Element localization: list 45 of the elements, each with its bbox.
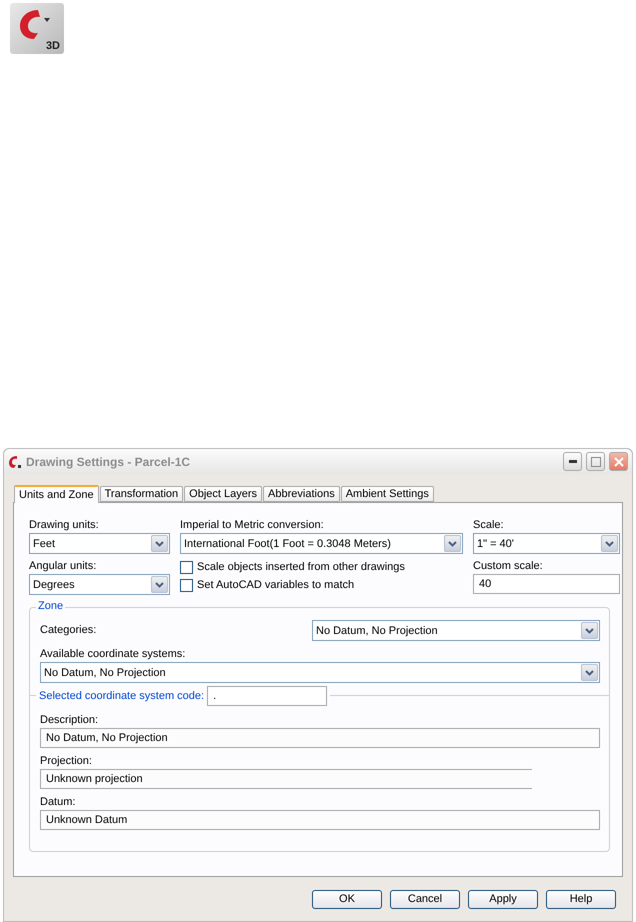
minimize-icon: [568, 460, 576, 463]
group-title: Zone: [36, 600, 66, 612]
checkbox-label: Scale objects inserted from other drawings: [197, 560, 405, 574]
angular-units-dropdown[interactable]: Degrees: [29, 574, 170, 595]
dialog-button[interactable]: OK: [312, 890, 382, 908]
custom-scale-field[interactable]: 40: [473, 574, 620, 594]
tab[interactable]: Units and Zone: [14, 485, 99, 503]
drawing-units-dropdown[interactable]: Feet: [29, 533, 170, 554]
field-label: Drawing units:: [29, 518, 100, 533]
categories-dropdown[interactable]: No Datum, No Projection: [312, 620, 600, 641]
projection-field: Unknown projection: [40, 769, 532, 789]
tab[interactable]: Ambient Settings: [340, 486, 434, 502]
tab[interactable]: Abbreviations: [263, 486, 340, 502]
checkbox[interactable]: [180, 578, 193, 592]
checkbox[interactable]: [180, 560, 193, 574]
field-label: Available coordinate systems:: [40, 648, 186, 660]
field-label: Datum:: [40, 796, 76, 808]
conversion-dropdown[interactable]: International Foot(1 Foot = 0.3048 Meters): [180, 533, 463, 554]
field-label: Categories:: [40, 623, 96, 638]
app-icon[interactable]: 3D: [10, 3, 64, 54]
field-label: Angular units:: [29, 559, 98, 574]
tab[interactable]: Transformation: [100, 486, 184, 502]
field-label: Custom scale:: [473, 559, 544, 574]
code-field[interactable]: .: [207, 686, 328, 706]
datum-field: Unknown Datum: [40, 810, 600, 830]
description-field: No Datum, No Projection: [40, 728, 600, 748]
dialog-button[interactable]: Cancel: [390, 890, 460, 908]
checkbox-label: Set AutoCAD variables to match: [197, 578, 354, 592]
field-label: Imperial to Metric conversion:: [180, 518, 325, 533]
close-button[interactable]: [609, 452, 628, 471]
maximize-icon: [590, 456, 600, 466]
field-label: Description:: [40, 714, 98, 726]
app-logo-icon: [8, 454, 22, 468]
close-icon: [614, 456, 624, 466]
tab[interactable]: Object Layers: [184, 486, 262, 502]
field-label: Scale:: [473, 518, 505, 533]
group-title: Selected coordinate system code:: [39, 690, 204, 702]
dialog-button[interactable]: Apply: [468, 890, 538, 908]
field-label: Projection:: [40, 755, 92, 767]
dialog-button[interactable]: Help: [546, 890, 616, 908]
minimize-button[interactable]: [563, 452, 582, 471]
window-title: Drawing Settings - Parcel-1C: [26, 454, 192, 468]
app-icon-label: 3D: [46, 40, 60, 52]
scale-dropdown[interactable]: 1" = 40': [473, 533, 620, 554]
coordinate-system-dropdown[interactable]: No Datum, No Projection: [40, 662, 600, 683]
